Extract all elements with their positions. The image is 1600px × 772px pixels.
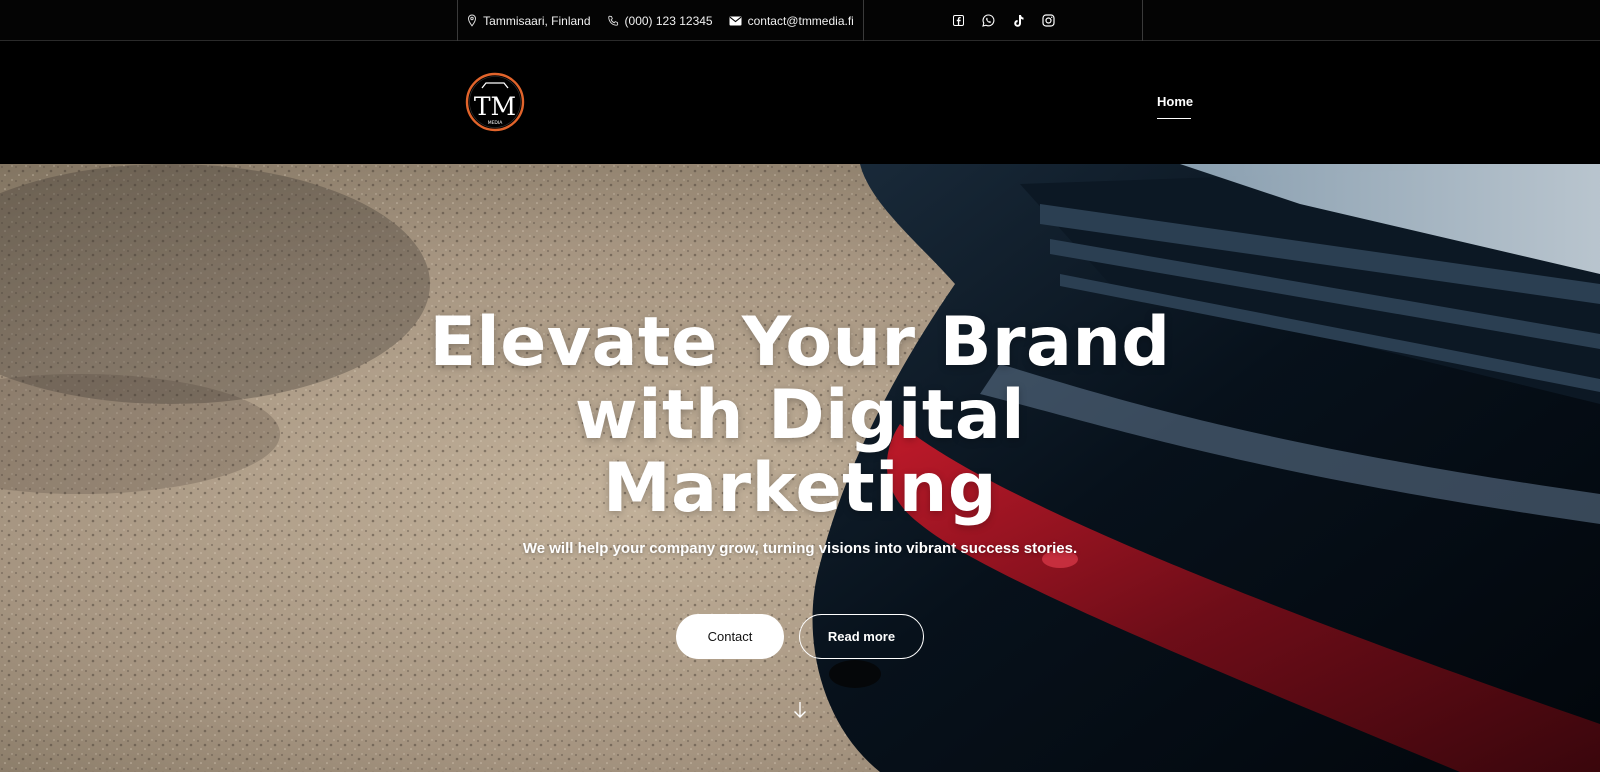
phone-info[interactable]: (000) 123 12345 — [607, 14, 713, 28]
hero-title-line-3: Marketing — [602, 449, 997, 528]
hero-title-line-2: with Digital — [574, 376, 1026, 455]
top-bar: Tammisaari, Finland (000) 123 12345 cont… — [0, 0, 1600, 41]
tm-media-logo[interactable]: TM MEDIA — [465, 72, 525, 132]
nav-link-home[interactable]: Home — [1157, 94, 1193, 109]
contact-info-bar: Tammisaari, Finland (000) 123 12345 cont… — [457, 0, 864, 41]
read-more-button[interactable]: Read more — [799, 614, 924, 659]
location-info: Tammisaari, Finland — [467, 13, 591, 28]
envelope-icon — [729, 16, 742, 26]
instagram-icon[interactable] — [1038, 11, 1058, 31]
nav-active-indicator — [1157, 118, 1191, 119]
contact-button[interactable]: Contact — [676, 614, 784, 659]
svg-text:MEDIA: MEDIA — [488, 120, 504, 126]
facebook-icon[interactable] — [948, 11, 968, 31]
phone-icon — [607, 15, 619, 27]
hero-subtitle: We will help your company grow, turning … — [522, 540, 1078, 557]
whatsapp-icon[interactable] — [978, 11, 998, 31]
hero-title: Elevate Your Brand with Digital Marketin… — [400, 306, 1200, 525]
email-info[interactable]: contact@tmmedia.fi — [729, 14, 854, 28]
svg-text:TM: TM — [474, 92, 516, 121]
hero-section: Elevate Your Brand with Digital Marketin… — [0, 164, 1600, 772]
map-pin-icon — [467, 14, 477, 27]
arrow-down-icon[interactable] — [790, 698, 810, 722]
location-text: Tammisaari, Finland — [483, 13, 591, 28]
site-header: TM MEDIA Home — [0, 41, 1600, 164]
email-text: contact@tmmedia.fi — [747, 13, 854, 28]
hero-title-line-1: Elevate Your Brand — [429, 303, 1171, 382]
social-links — [864, 0, 1143, 41]
tiktok-icon[interactable] — [1008, 11, 1028, 31]
phone-text: (000) 123 12345 — [624, 13, 713, 28]
